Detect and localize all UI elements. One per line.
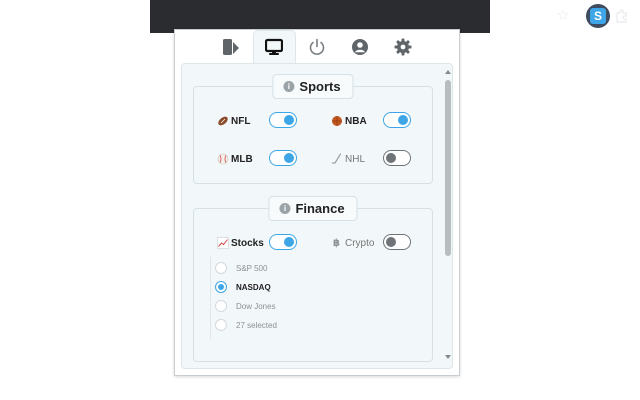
gear-icon [394,38,412,55]
extension-button[interactable]: S [586,4,610,28]
bookmark-star-icon[interactable]: ☆ [553,6,573,26]
option-label: Dow Jones [236,301,276,311]
stocks-label: Stocks [231,237,264,249]
extension-popup: i Sports NFL NBA MLB NHL i Finance Stock… [174,29,460,376]
crypto-toggle[interactable] [383,234,411,250]
radio-button[interactable] [215,300,227,312]
option-dow-jones[interactable]: Dow Jones [215,299,276,313]
sports-item-mlb: MLB [216,151,253,167]
bitcoin-icon: ฿ [333,237,340,249]
extension-logo-icon: S [590,8,606,24]
scrollbar-thumb[interactable] [445,80,451,256]
options-rail [210,257,211,339]
scroll-up-arrow-icon[interactable] [445,70,451,74]
finance-section-header: i Finance [268,196,358,221]
settings-panel: i Sports NFL NBA MLB NHL i Finance Stock… [181,63,453,369]
nhl-toggle[interactable] [383,150,411,166]
power-icon [309,38,325,55]
mlb-label: MLB [231,153,253,165]
sports-section: i Sports NFL NBA MLB NHL [193,74,433,184]
tab-display[interactable] [252,30,296,63]
tab-settings[interactable] [382,30,425,63]
hockey-icon [330,153,343,166]
basketball-icon [330,115,343,128]
nhl-label: NHL [345,153,366,165]
option-sp500[interactable]: S&P 500 [215,261,267,275]
option-label: S&P 500 [236,263,268,273]
radio-button[interactable] [215,319,227,331]
option-selected-count[interactable]: 27 selected [215,318,277,332]
tab-layout[interactable] [210,30,253,63]
mlb-toggle[interactable] [269,150,297,166]
scroll-down-arrow-icon[interactable] [445,355,451,359]
sports-item-nba: NBA [330,113,367,129]
nfl-toggle[interactable] [269,112,297,128]
sports-section-title: Sports [299,79,341,94]
stocks-toggle[interactable] [269,234,297,250]
football-icon [216,115,229,128]
monitor-icon [265,38,283,55]
tab-account[interactable] [339,30,382,63]
puzzle-icon [616,9,627,23]
sports-item-nfl: NFL [216,113,250,129]
nba-label: NBA [345,115,367,127]
info-icon[interactable]: i [279,203,291,214]
tab-power[interactable] [296,30,339,63]
finance-item-crypto: ฿ Crypto [330,235,374,251]
nba-toggle[interactable] [383,112,411,128]
chart-icon [216,237,229,250]
crypto-label: Crypto [345,237,375,249]
sports-section-header: i Sports [272,74,354,99]
nfl-label: NFL [231,115,251,127]
finance-section-title: Finance [295,201,345,216]
account-icon [352,38,368,55]
option-label: NASDAQ [236,282,271,292]
option-label: 27 selected [236,320,277,330]
radio-button[interactable] [215,262,227,274]
finance-item-stocks: Stocks [216,235,264,251]
scrollbar[interactable] [444,68,452,365]
popup-tab-bar [175,30,459,63]
baseball-icon [216,153,229,166]
sidebar-layout-icon [223,38,239,55]
sports-item-nhl: NHL [330,151,365,167]
finance-section: i Finance Stocks ฿ Crypto S&P 500 NASDAQ… [193,196,433,362]
info-icon[interactable]: i [283,81,295,92]
option-nasdaq[interactable]: NASDAQ [215,280,271,294]
extensions-puzzle-icon[interactable] [612,6,632,26]
radio-button[interactable] [215,281,227,293]
